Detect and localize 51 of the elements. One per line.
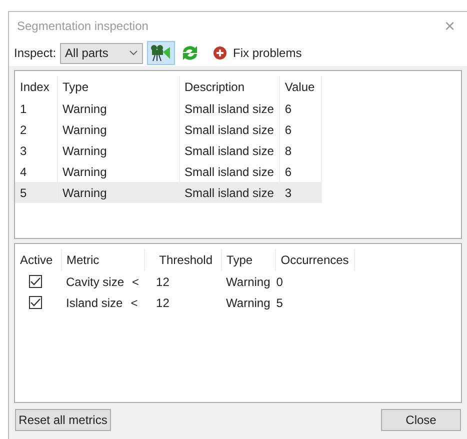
- issue-row[interactable]: 5 Warning Small island size 3: [15, 182, 322, 203]
- close-button[interactable]: Close: [381, 409, 461, 431]
- table-cell: Small island size: [179, 182, 280, 203]
- table-cell: Warning: [57, 98, 179, 119]
- table-cell: Small island size: [179, 140, 280, 161]
- column-header[interactable]: Occurrences: [275, 249, 354, 271]
- metric-name: Cavity size: [66, 274, 124, 288]
- table-cell: 2: [15, 119, 57, 140]
- table-cell: 5: [15, 182, 57, 203]
- inspect-label: Inspect:: [14, 45, 56, 62]
- occurrences-value: 0: [275, 271, 354, 292]
- column-header[interactable]: Value: [279, 76, 322, 98]
- type-value: Warning: [225, 294, 272, 312]
- issue-row[interactable]: 1 Warning Small island size 6: [15, 98, 322, 119]
- comparator: <: [130, 296, 138, 310]
- chevron-icon: [129, 50, 138, 56]
- table-cell: 3: [279, 182, 322, 203]
- issue-row[interactable]: 2 Warning Small island size 6: [15, 119, 322, 140]
- plus-icon: [213, 46, 228, 60]
- checkbox[interactable]: [29, 296, 42, 308]
- table-cell: 6: [279, 119, 322, 140]
- table-cell: Small island size: [179, 98, 280, 119]
- table-cell: 8: [279, 140, 322, 161]
- issue-row[interactable]: 3 Warning Small island size 8: [15, 140, 322, 161]
- window-title: Segmentation inspection: [17, 18, 148, 35]
- reset-all-metrics-button[interactable]: Reset all metrics: [15, 409, 111, 431]
- inspect-dropdown[interactable]: All parts: [60, 42, 144, 64]
- metric-name: Island size: [66, 296, 123, 310]
- table-cell: Warning: [57, 140, 179, 161]
- table-cell: Warning: [57, 182, 179, 203]
- table-cell: Warning: [57, 119, 179, 140]
- table-cell: 6: [279, 98, 322, 119]
- column-header[interactable]: Type: [57, 76, 179, 98]
- table-cell: 1: [15, 98, 57, 119]
- column-header[interactable]: Threshold: [144, 249, 222, 271]
- column-header[interactable]: Active: [15, 249, 61, 271]
- column-header[interactable]: Index: [15, 76, 57, 98]
- table-cell: Small island size: [179, 119, 280, 140]
- fix-problems-button[interactable]: Fix problems: [211, 44, 304, 62]
- camera-button[interactable]: [147, 41, 176, 65]
- comparator: <: [132, 274, 140, 288]
- checkbox[interactable]: [29, 274, 42, 288]
- column-header[interactable]: Type: [221, 249, 276, 271]
- threshold-value: 12: [144, 271, 222, 292]
- camera-icon: [150, 44, 172, 62]
- column-header[interactable]: Description: [179, 76, 280, 98]
- type-value: Warning: [221, 271, 276, 292]
- threshold-value: 12: [155, 294, 170, 312]
- table-cell: 3: [15, 140, 57, 161]
- occurrences-value: 5: [275, 294, 284, 312]
- column-header[interactable]: Metric: [61, 249, 144, 271]
